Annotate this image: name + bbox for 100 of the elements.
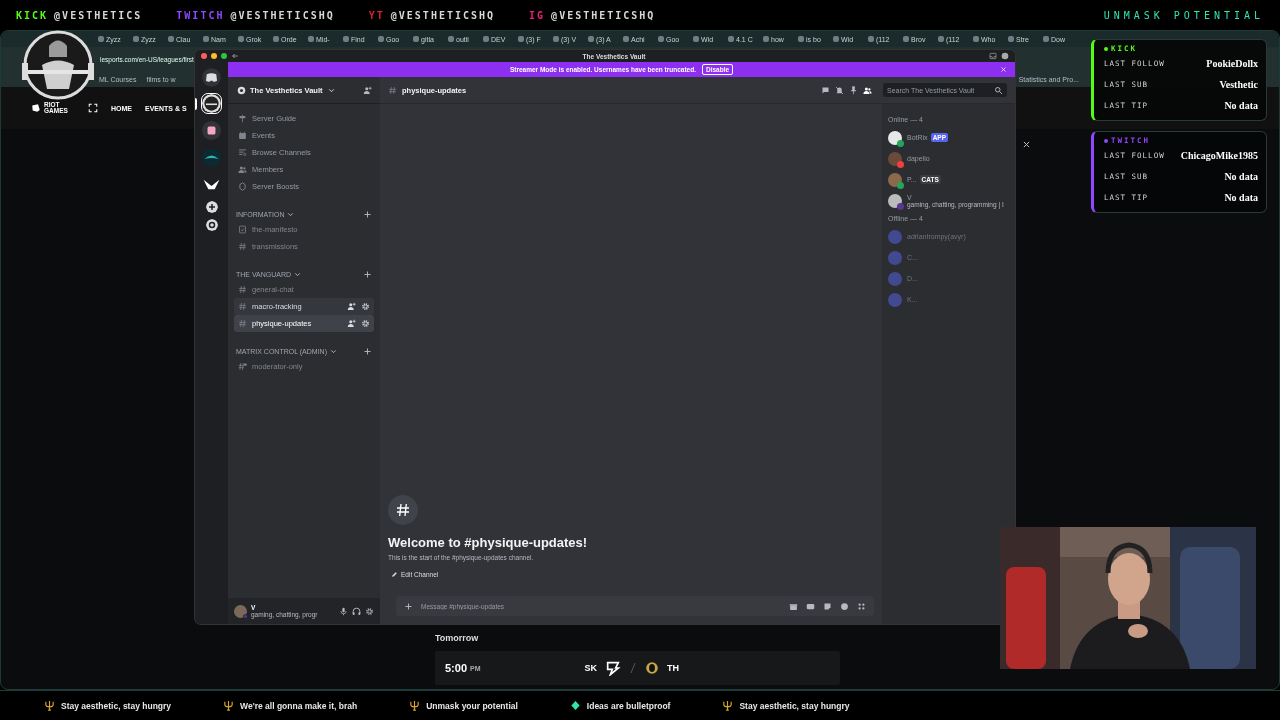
- sticker-icon[interactable]: [823, 601, 832, 611]
- favicon-icon: [798, 36, 804, 42]
- trident-icon: [44, 700, 55, 711]
- user-avatar[interactable]: [234, 604, 247, 618]
- hash-icon: [388, 85, 397, 95]
- hash-icon: [238, 319, 247, 328]
- favicon-icon: [1008, 36, 1014, 42]
- social-handle: @VESTHETICSHQ: [390, 9, 496, 21]
- platform-label: IG: [529, 9, 546, 21]
- signpost-icon: [238, 114, 247, 123]
- pencil-icon: [391, 571, 398, 578]
- favicon-icon: [518, 36, 524, 42]
- favicon-icon: [343, 36, 349, 42]
- locked-hash-icon: [238, 362, 247, 371]
- server-icon[interactable]: [201, 147, 222, 168]
- favicon-icon: [168, 36, 174, 42]
- favicon-icon: [483, 36, 489, 42]
- favicon-icon: [623, 36, 629, 42]
- favicon-icon: [693, 36, 699, 42]
- favicon-icon: [413, 36, 419, 42]
- calendar-icon: [238, 131, 247, 140]
- mute-icon[interactable]: [835, 85, 844, 95]
- close-icon[interactable]: [1022, 140, 1031, 149]
- invite-icon[interactable]: [347, 319, 356, 328]
- favicon-icon: [448, 36, 454, 42]
- social-handle: @VESTHETICSHQ: [551, 9, 656, 21]
- back-icon[interactable]: [231, 52, 239, 60]
- favicon-icon: [833, 36, 839, 42]
- member-avatar: [888, 250, 902, 265]
- server-badge-icon: [237, 85, 246, 95]
- slogan-text: UNMASK POTENTIAL: [1103, 9, 1264, 21]
- stat-value: Vesthetic: [1219, 79, 1258, 90]
- emoji-icon[interactable]: [840, 601, 849, 611]
- settings-icon[interactable]: [365, 606, 374, 616]
- add-channel-icon[interactable]: [363, 346, 372, 356]
- gif-icon[interactable]: [806, 601, 815, 611]
- server-icon[interactable]: [201, 120, 222, 141]
- microphone-icon[interactable]: [339, 606, 348, 616]
- team-name: SK: [584, 663, 598, 673]
- favicon-icon: [98, 36, 104, 42]
- headphones-icon[interactable]: [352, 606, 361, 616]
- favicon-icon: [728, 36, 734, 42]
- platform-label: TWITCH: [176, 9, 225, 21]
- favicon-icon: [203, 36, 209, 42]
- add-channel-icon[interactable]: [363, 269, 372, 279]
- favicon-icon: [133, 36, 139, 42]
- checklist-icon: [238, 225, 247, 234]
- ticker-text: Stay aesthetic, stay hungry: [61, 700, 172, 711]
- social-handle: @VESTHETICSHQ: [230, 9, 335, 21]
- favicon-icon: [238, 36, 244, 42]
- pin-icon[interactable]: [849, 85, 858, 95]
- member-avatar: [888, 271, 902, 286]
- add-server-icon[interactable]: [205, 201, 218, 213]
- add-channel-icon[interactable]: [363, 209, 372, 219]
- favicon-icon: [1043, 36, 1049, 42]
- chat-app-icon[interactable]: [202, 68, 221, 87]
- ticker-text: We're all gonna make it, brah: [240, 700, 358, 711]
- help-icon[interactable]: [1001, 52, 1009, 60]
- stat-value: ChicagoMike1985: [1180, 150, 1258, 161]
- diamond-icon: [569, 700, 581, 711]
- favicon-icon: [763, 36, 769, 42]
- team-name: TH: [667, 663, 680, 673]
- divider-slash: [629, 663, 638, 673]
- hash-icon: [395, 502, 411, 518]
- list-icon: [238, 148, 247, 157]
- match-time: 5:00: [445, 662, 468, 674]
- stat-value: No data: [1224, 192, 1258, 203]
- trident-icon: [223, 700, 235, 711]
- stat-value: PookieDollx: [1206, 58, 1258, 69]
- inbox-icon[interactable]: [989, 52, 997, 60]
- social-handle: @VESTHETICS: [54, 9, 143, 21]
- member-avatar: [888, 229, 902, 244]
- member-avatar: [888, 292, 902, 307]
- favicon-icon: [378, 36, 384, 42]
- team-logo-icon: [605, 660, 622, 676]
- threads-icon[interactable]: [821, 85, 830, 95]
- selection-indicator: [195, 97, 197, 110]
- favicon-icon: [658, 36, 664, 42]
- favicon-icon: [868, 36, 874, 42]
- add-attachment-icon[interactable]: [404, 601, 413, 611]
- favicon-icon: [273, 36, 279, 42]
- server-icon[interactable]: [201, 93, 222, 114]
- hash-icon: [238, 242, 247, 251]
- platform-label: KICK: [16, 9, 49, 21]
- people-icon: [238, 165, 247, 174]
- stat-value: No data: [1224, 171, 1258, 182]
- compass-icon[interactable]: [205, 219, 218, 231]
- trident-icon: [409, 700, 421, 711]
- ticker-text: Unmask your potential: [426, 700, 518, 711]
- gift-icon[interactable]: [789, 601, 798, 611]
- invite-icon[interactable]: [347, 302, 356, 311]
- invite-icon[interactable]: [363, 85, 372, 95]
- apps-icon[interactable]: [857, 601, 866, 611]
- team-logo-icon: [645, 661, 660, 675]
- hash-icon: [238, 302, 247, 311]
- expand-icon[interactable]: [88, 103, 98, 113]
- ticker-text: Stay aesthetic, stay hungry: [739, 700, 850, 711]
- gem-icon: [238, 182, 247, 191]
- member-list-icon[interactable]: [863, 85, 872, 95]
- stat-value: No data: [1224, 100, 1258, 111]
